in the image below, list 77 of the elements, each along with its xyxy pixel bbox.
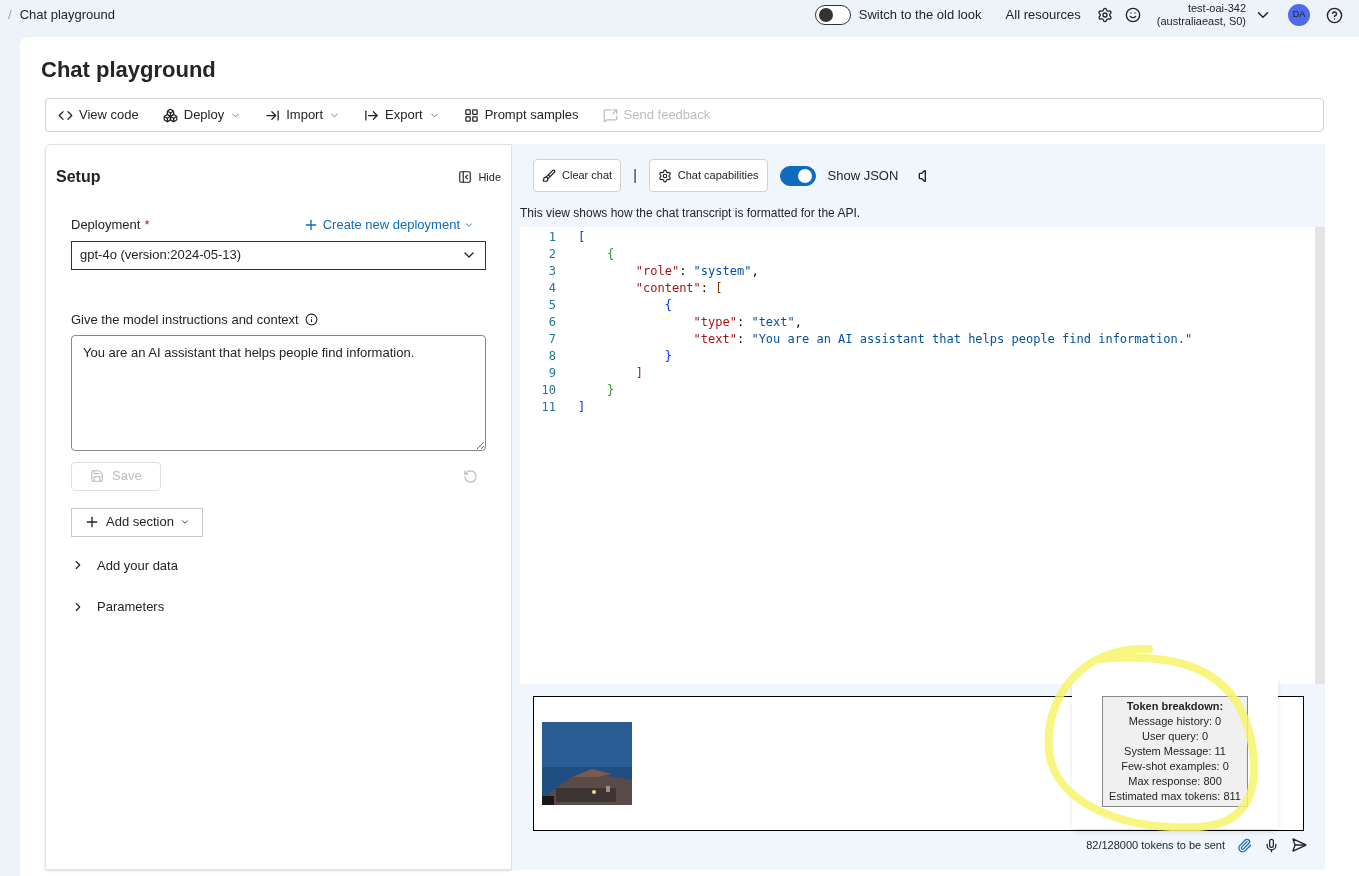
collapsible-section[interactable]: Parameters <box>71 597 486 617</box>
tooltip-line: System Message: 11 <box>1124 744 1226 759</box>
breadcrumb-separator: / <box>8 6 12 25</box>
deployment-dropdown[interactable]: gpt-4o (version:2024-05-13) <box>71 240 486 270</box>
tooltip-line: Estimated max tokens: 811 <box>1109 789 1241 804</box>
code-line: "type": "text", <box>692 314 803 331</box>
token-count: 82/128000 tokens to be sent <box>1086 838 1225 853</box>
tooltip-line: Max response: 800 <box>1128 774 1222 789</box>
settings-icon <box>657 168 672 183</box>
tooltip-title: Token breakdown: <box>1126 699 1224 714</box>
line-number: 8 <box>548 348 556 365</box>
line-number: 4 <box>548 280 556 297</box>
chat-capabilities-button[interactable]: Chat capabilities <box>648 159 768 192</box>
account-name: test-oai-342 <box>1187 2 1246 15</box>
toolbar-button[interactable]: Deploy <box>162 105 242 125</box>
code-line: "role": "system", <box>634 263 760 280</box>
code-line: ] <box>578 399 587 416</box>
tooltip-line: Message history: 0 <box>1128 714 1222 729</box>
smiley-icon[interactable] <box>1124 7 1141 23</box>
chevron-down-icon <box>179 517 190 527</box>
line-number: 9 <box>548 365 556 382</box>
code-line: "content": [ <box>634 280 724 297</box>
create-deployment-link[interactable]: Create new deployment <box>302 215 474 235</box>
line-number: 6 <box>548 314 556 331</box>
code-line: { <box>605 246 616 263</box>
avatar[interactable]: DA <box>1288 4 1310 26</box>
toolbar-button[interactable]: Import <box>265 105 341 125</box>
clear-chat-button[interactable]: Clear chat <box>533 159 622 192</box>
help-icon[interactable] <box>1326 6 1343 24</box>
line-number: 5 <box>548 297 556 314</box>
toolbar-button[interactable]: Prompt samples <box>463 105 579 125</box>
toolbar-icon <box>463 107 479 123</box>
brush-icon <box>542 168 556 183</box>
line-number: 10 <box>541 382 556 399</box>
line-number: 11 <box>541 399 556 416</box>
instructions-label: Give the model instructions and context <box>71 310 299 329</box>
line-number: 3 <box>548 263 556 280</box>
account-region: (australiaeast, S0) <box>1156 15 1246 28</box>
plus-icon <box>84 514 100 530</box>
collapsible-section[interactable]: Add your data <box>71 555 486 575</box>
save-icon <box>90 469 104 483</box>
toolbar-button[interactable]: View code <box>58 105 139 125</box>
setup-title: Setup <box>56 167 101 187</box>
code-line: } <box>605 382 616 399</box>
code-line: "text": "You are an AI assistant that helps people find information." <box>692 331 1193 348</box>
tooltip-line: User query: 0 <box>1142 729 1208 744</box>
breadcrumb-link[interactable]: Chat playground <box>19 5 116 25</box>
code-line: } <box>663 348 673 365</box>
show-json-label: Show JSON <box>827 166 899 185</box>
line-number: 7 <box>548 331 556 348</box>
toolbar-button[interactable]: Export <box>364 105 440 125</box>
microphone-icon[interactable] <box>1264 837 1279 853</box>
line-number: 2 <box>548 246 556 263</box>
panel-icon <box>458 170 473 184</box>
code-line: { <box>663 297 673 314</box>
tooltip-line: Few-shot examples: 0 <box>1121 759 1229 774</box>
instructions-field[interactable]: You are an AI assistant that helps people find information. <box>71 335 486 451</box>
info-icon <box>304 312 318 326</box>
toggle-switch[interactable] <box>779 165 816 186</box>
hide-button[interactable]: Hide <box>458 168 501 186</box>
deployment-label: Deployment <box>71 216 141 234</box>
toolbar-icon <box>162 107 178 123</box>
paperclip-icon[interactable] <box>1237 837 1252 853</box>
line-number: 1 <box>548 229 556 246</box>
settings-icon[interactable] <box>1096 7 1113 23</box>
toggle-label: Switch to the old look <box>858 6 982 25</box>
toolbar-icon <box>602 107 618 123</box>
page-title: Chat playground <box>41 56 217 84</box>
json-view-note: This view shows how the chat transcript is formatted for the API. <box>520 205 862 222</box>
code-line: [ <box>578 229 587 246</box>
add-section-button[interactable]: Add section <box>71 507 203 537</box>
send-icon[interactable] <box>1291 837 1307 854</box>
all-resources-link[interactable]: All resources <box>1005 5 1081 25</box>
toggle-switch[interactable] <box>814 5 851 25</box>
toolbar-divider: | <box>633 166 637 185</box>
required-mark: * <box>144 216 150 234</box>
code-line: ] <box>634 365 645 382</box>
